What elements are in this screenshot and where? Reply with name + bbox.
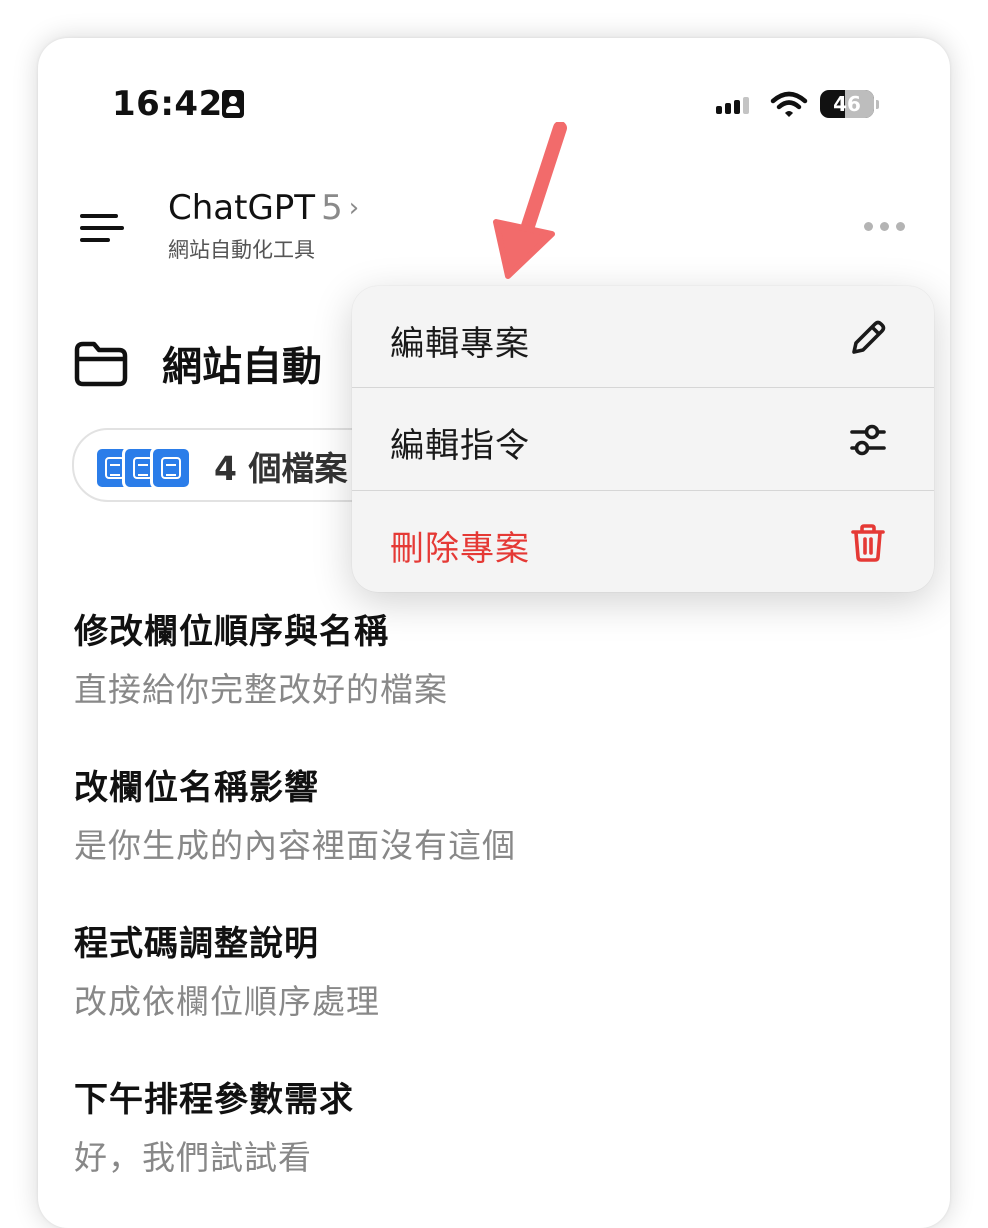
trash-icon: [851, 524, 885, 562]
app-name: ChatGPT: [168, 188, 316, 228]
menu-item-label: 刪除專案: [390, 529, 530, 569]
chat-snippet: 直接給你完整改好的檔案: [74, 670, 448, 709]
chat-list-item[interactable]: 下午排程參數需求 好，我們試試看: [74, 1072, 354, 1179]
menu-item-label: 編輯專案: [390, 324, 530, 364]
chat-list-item[interactable]: 修改欄位順序與名稱 直接給你完整改好的檔案: [74, 604, 448, 711]
chat-snippet: 好，我們試試看: [74, 1138, 312, 1177]
project-options-menu: 編輯專案 編輯指令 刪除專案: [352, 286, 934, 592]
phone-screen: 16:42 46 ChatGPT 5 › 網站自動化工具 網站自動 4 個檔案 …: [38, 38, 950, 1228]
pencil-icon: [852, 320, 886, 354]
sidebar-menu-button[interactable]: [78, 208, 126, 248]
id-card-icon: [222, 90, 244, 118]
battery-level: 46: [833, 92, 861, 116]
chat-title: 下午排程參數需求: [74, 1080, 354, 1120]
menu-item-delete-project[interactable]: 刪除專案: [352, 491, 934, 592]
status-bar: 16:42 46: [38, 38, 950, 168]
model-selector[interactable]: ChatGPT 5 › 網站自動化工具: [168, 188, 359, 264]
chat-snippet: 是你生成的內容裡面沒有這個: [74, 826, 516, 865]
status-time: 16:42: [112, 84, 223, 124]
file-icon: [150, 446, 192, 490]
more-options-button[interactable]: [864, 222, 908, 232]
wifi-icon: [770, 91, 808, 117]
chat-title: 程式碼調整說明: [74, 924, 319, 964]
chat-list-item[interactable]: 程式碼調整說明 改成依欄位順序處理: [74, 916, 380, 1023]
header-title[interactable]: ChatGPT 5 ›: [168, 188, 359, 228]
chat-title: 改欄位名稱影響: [74, 768, 319, 808]
project-title: 網站自動: [162, 344, 322, 390]
chat-title: 修改欄位順序與名稱: [74, 612, 389, 652]
sliders-icon: [850, 424, 886, 456]
chevron-right-icon: ›: [348, 193, 360, 223]
menu-item-edit-project[interactable]: 編輯專案: [352, 286, 934, 387]
project-subtitle: 網站自動化工具: [168, 238, 315, 262]
menu-item-edit-instructions[interactable]: 編輯指令: [352, 388, 934, 489]
model-version: 5: [321, 188, 343, 228]
chat-snippet: 改成依欄位順序處理: [74, 982, 380, 1021]
menu-item-label: 編輯指令: [390, 426, 530, 466]
cellular-signal-icon: [716, 92, 758, 122]
chat-list-item[interactable]: 改欄位名稱影響 是你生成的內容裡面沒有這個: [74, 760, 516, 867]
battery-icon: 46: [820, 90, 879, 118]
folder-icon: [74, 341, 128, 387]
files-count-label: 4 個檔案: [214, 449, 348, 488]
